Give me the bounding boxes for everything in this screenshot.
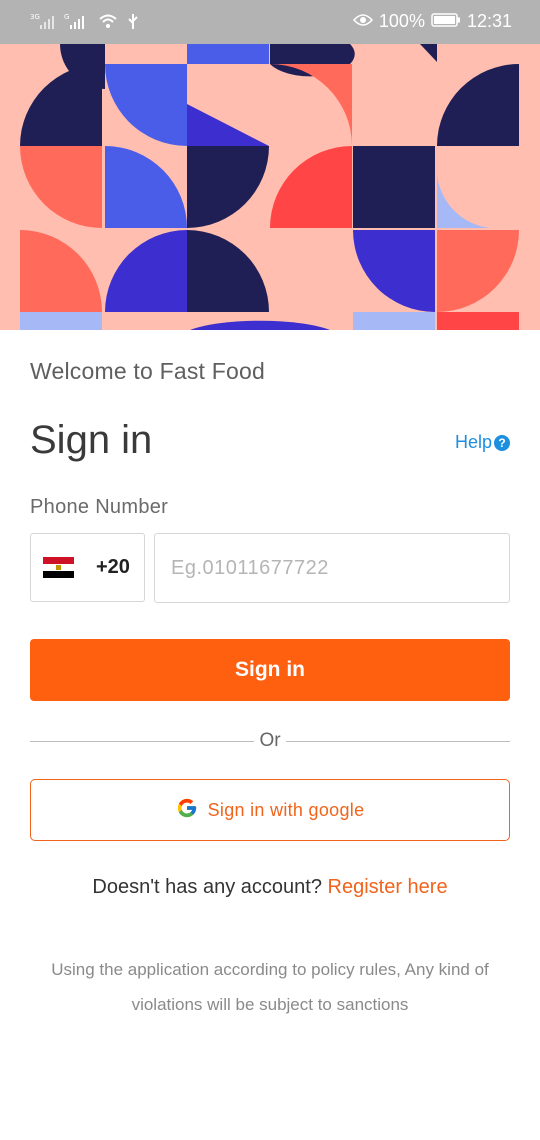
svg-text:3G: 3G	[30, 13, 40, 21]
google-icon	[176, 797, 198, 823]
phone-label: Phone Number	[30, 496, 169, 518]
hero-banner	[0, 44, 540, 330]
help-label: Help	[454, 432, 492, 452]
phone-input[interactable]	[154, 533, 510, 603]
geometric-pattern	[0, 44, 540, 330]
status-left-icons: 3G G	[30, 12, 140, 34]
register-prompt: Doesn't has any account?	[92, 876, 322, 898]
welcome-text: Welcome to Fast Food	[30, 358, 265, 384]
divider-line	[285, 740, 511, 742]
or-divider: Or	[30, 728, 511, 754]
or-text: Or	[259, 730, 281, 751]
battery-icon	[431, 11, 461, 32]
help-icon: ?	[494, 434, 510, 451]
page-title: Sign in	[30, 418, 153, 462]
country-code-selector[interactable]: +20	[30, 533, 145, 602]
usb-icon	[126, 12, 140, 34]
clock: 12:31	[466, 11, 512, 31]
help-link[interactable]: Help ?	[455, 432, 510, 453]
sign-in-button[interactable]: Sign in	[30, 639, 510, 701]
register-row: Doesn't has any account? Register here	[0, 876, 540, 899]
signal-icon: G	[64, 12, 90, 34]
google-button-label: Sign in with google	[207, 799, 365, 820]
policy-text: Using the application according to polic…	[51, 960, 489, 1014]
eye-icon	[352, 11, 373, 32]
google-sign-in-button[interactable]: Sign in with google	[30, 779, 510, 841]
divider-line	[30, 740, 255, 742]
status-bar: 3G G 100% 12:31	[0, 0, 540, 44]
battery-percent: 100%	[378, 11, 425, 31]
country-code: +20	[96, 556, 130, 578]
svg-text:G: G	[64, 13, 69, 21]
signal-icon: 3G	[30, 12, 56, 34]
register-link[interactable]: Register here	[328, 876, 448, 898]
wifi-icon	[98, 12, 118, 34]
status-right: 100% 12:31	[352, 11, 512, 32]
egypt-flag-icon	[43, 557, 74, 578]
